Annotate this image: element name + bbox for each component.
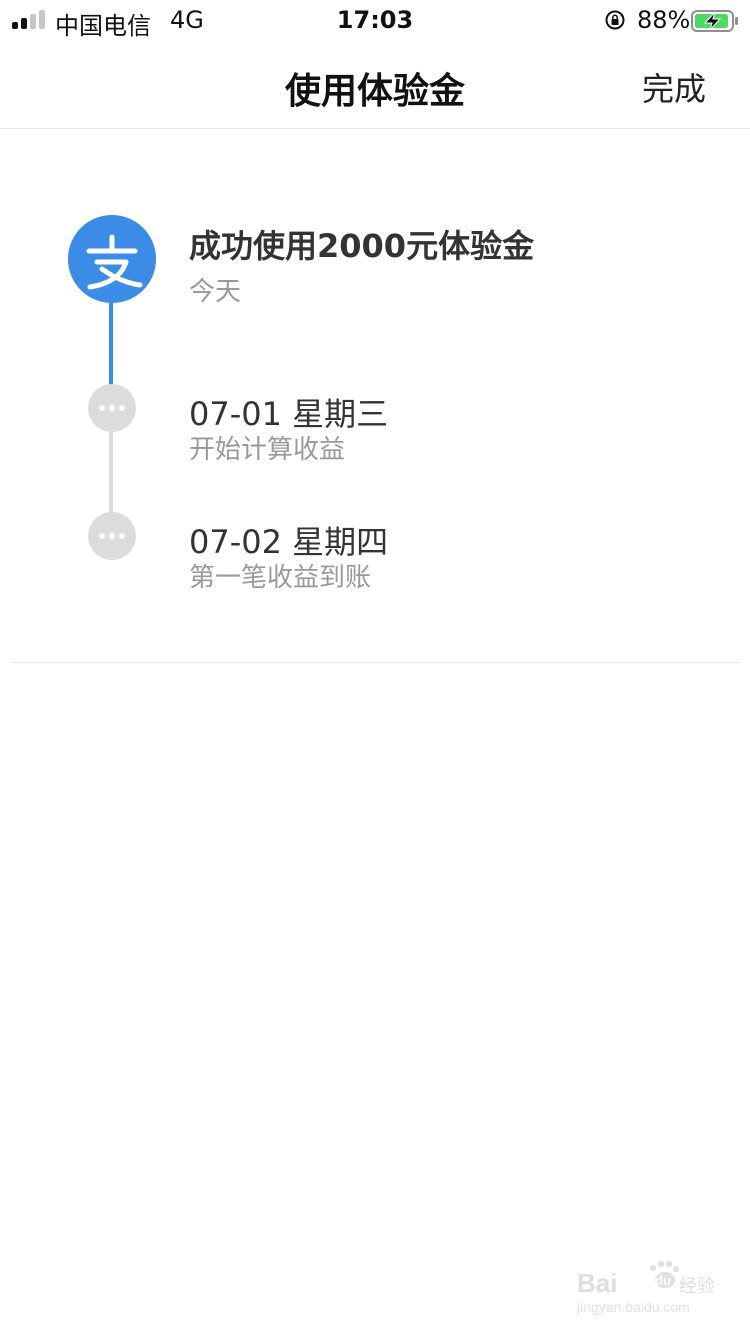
step-2-subtitle: 开始计算收益	[189, 435, 346, 465]
more-dots-icon	[88, 512, 136, 560]
experience-fund-timeline: 成功使用2000元体验金 今天 07-01 星期三 开始计算收益 07-02 星…	[0, 129, 750, 662]
step-1-title: 成功使用2000元体验金	[189, 227, 535, 265]
svg-text:jingyan.baidu.com: jingyan.baidu.com	[576, 1299, 690, 1315]
timeline-connector-completed	[109, 303, 113, 389]
svg-text:经验: 经验	[679, 1276, 715, 1297]
done-button[interactable]: 完成	[642, 64, 706, 110]
step-3-subtitle: 第一笔收益到账	[189, 563, 372, 593]
screen: 中国电信 4G 17:03 88% 使用体验金 完成 成功使用2000元体验金 …	[0, 0, 750, 1334]
step-1-subtitle: 今天	[189, 277, 242, 307]
status-bar: 中国电信 4G 17:03 88%	[0, 0, 750, 40]
page-title: 使用体验金	[284, 71, 465, 112]
timeline-connector-pending	[109, 431, 113, 515]
nav-bar: 使用体验金 完成	[0, 40, 750, 129]
svg-text:Bai: Bai	[577, 1268, 617, 1298]
rotation-lock-icon	[605, 10, 625, 30]
more-dots-icon	[88, 384, 136, 432]
baidu-jingyan-watermark: Bai du 经验 jingyan.baidu.com	[576, 1261, 715, 1315]
section-divider	[10, 662, 740, 663]
svg-text:du: du	[655, 1273, 671, 1288]
battery-charging-icon	[691, 10, 738, 32]
alipay-logo-icon	[68, 215, 156, 303]
battery-percent: 88%	[637, 6, 691, 34]
